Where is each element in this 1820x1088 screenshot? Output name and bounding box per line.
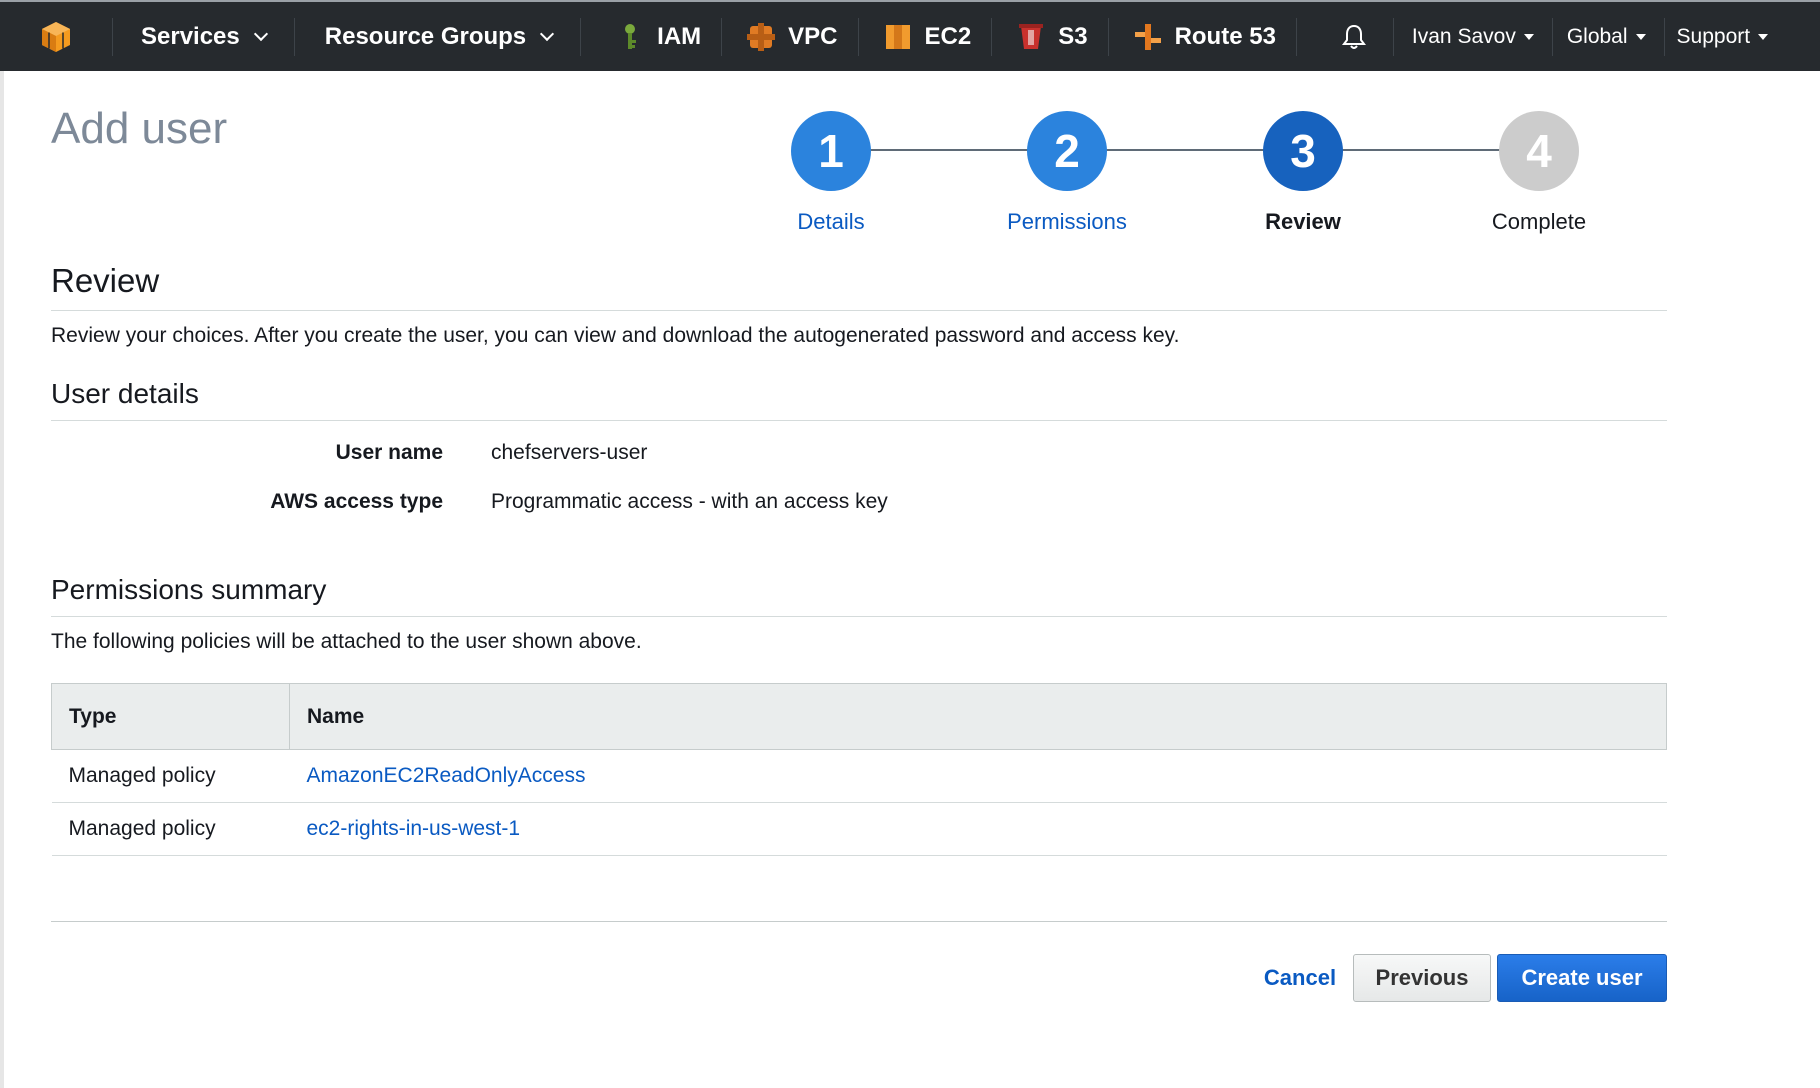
divider	[51, 616, 1667, 617]
review-intro: Review your choices. After you create th…	[51, 324, 1180, 347]
account-name: Ivan Savov	[1411, 24, 1516, 48]
shortcut-iam[interactable]: IAM	[581, 2, 721, 71]
notifications-button[interactable]	[1297, 2, 1393, 71]
table-row: Managed policy ec2-rights-in-us-west-1	[51, 802, 1667, 856]
policy-link[interactable]: AmazonEC2ReadOnlyAccess	[307, 764, 586, 787]
shortcut-vpc-label: VPC	[788, 22, 838, 50]
resource-groups-menu[interactable]: Resource Groups	[295, 2, 580, 71]
page-title: Add user	[51, 104, 228, 153]
policy-type-cell: Managed policy	[51, 802, 290, 856]
step-connector	[870, 149, 1028, 151]
table-header-row: Type Name	[51, 683, 1667, 750]
chevron-down-icon	[540, 26, 555, 41]
create-user-button[interactable]: Create user	[1497, 954, 1667, 1002]
top-navigation-bar: Services Resource Groups IAM VPC EC2 S3 …	[0, 0, 1820, 71]
column-header-name[interactable]: Name	[289, 683, 1667, 750]
aws-cube-icon	[42, 21, 70, 52]
caret-down-icon	[1635, 33, 1646, 40]
policy-type-cell: Managed policy	[51, 749, 290, 803]
vpc-icon	[747, 22, 776, 51]
shortcut-route53-label: Route 53	[1174, 22, 1276, 50]
services-label: Services	[141, 22, 240, 50]
left-edge-strip	[0, 71, 4, 1088]
s3-bucket-icon	[1019, 23, 1044, 49]
step-4-number: 4	[1526, 125, 1552, 177]
caret-down-icon	[1758, 33, 1769, 40]
support-menu[interactable]: Support	[1665, 2, 1787, 71]
step-connector	[1342, 149, 1500, 151]
region-label: Global	[1566, 24, 1628, 48]
aws-logo-button[interactable]	[0, 2, 112, 71]
permissions-heading: Permissions summary	[51, 574, 327, 605]
step-4-label: Complete	[1491, 209, 1587, 234]
cancel-button[interactable]: Cancel	[1240, 954, 1360, 1002]
route53-icon	[1134, 23, 1161, 50]
previous-button[interactable]: Previous	[1353, 954, 1491, 1002]
chevron-down-icon	[253, 26, 268, 41]
step-3-number: 3	[1290, 125, 1316, 177]
account-menu[interactable]: Ivan Savov	[1394, 2, 1552, 71]
services-menu[interactable]: Services	[113, 2, 294, 71]
resource-groups-label: Resource Groups	[324, 22, 527, 50]
caret-down-icon	[1523, 33, 1534, 40]
permissions-intro: The following policies will be attached …	[51, 630, 642, 653]
shortcut-ec2[interactable]: EC2	[859, 2, 992, 71]
step-4-circle: 4	[1499, 111, 1579, 191]
shortcut-s3[interactable]: S3	[992, 2, 1107, 71]
user-name-value: chefservers-user	[491, 441, 648, 464]
region-menu[interactable]: Global	[1553, 2, 1664, 71]
shortcut-iam-label: IAM	[657, 22, 702, 50]
shortcut-route53[interactable]: Route 53	[1109, 2, 1296, 71]
step-1-number: 1	[818, 125, 844, 177]
divider	[51, 420, 1667, 421]
user-details-heading: User details	[51, 378, 199, 409]
ec2-icon	[885, 24, 910, 49]
step-3-circle: 3	[1263, 111, 1343, 191]
iam-key-icon	[625, 23, 637, 49]
step-1-label[interactable]: Details	[731, 209, 931, 235]
review-heading: Review	[51, 262, 160, 299]
table-row: Managed policy AmazonEC2ReadOnlyAccess	[51, 749, 1667, 803]
shortcut-vpc[interactable]: VPC	[722, 2, 857, 71]
shortcut-ec2-label: EC2	[924, 22, 972, 50]
policy-name-cell: AmazonEC2ReadOnlyAccess	[289, 749, 1667, 803]
divider	[51, 310, 1667, 311]
step-2-number: 2	[1054, 125, 1080, 177]
step-1-circle[interactable]: 1	[791, 111, 871, 191]
step-2-circle[interactable]: 2	[1027, 111, 1107, 191]
step-connector	[1106, 149, 1264, 151]
access-type-value: Programmatic access - with an access key	[491, 490, 888, 513]
step-3-label: Review	[1265, 209, 1341, 234]
access-type-label: AWS access type	[270, 490, 443, 513]
divider	[51, 921, 1667, 922]
column-header-type[interactable]: Type	[51, 683, 290, 750]
permissions-table: Type Name Managed policy AmazonEC2ReadOn…	[51, 683, 1667, 856]
shortcut-s3-label: S3	[1058, 22, 1088, 50]
support-label: Support	[1676, 24, 1751, 48]
user-name-label: User name	[335, 441, 443, 464]
policy-name-cell: ec2-rights-in-us-west-1	[289, 802, 1667, 856]
step-2-label[interactable]: Permissions	[967, 209, 1167, 235]
bell-icon	[1341, 24, 1366, 49]
policy-link[interactable]: ec2-rights-in-us-west-1	[307, 817, 521, 840]
